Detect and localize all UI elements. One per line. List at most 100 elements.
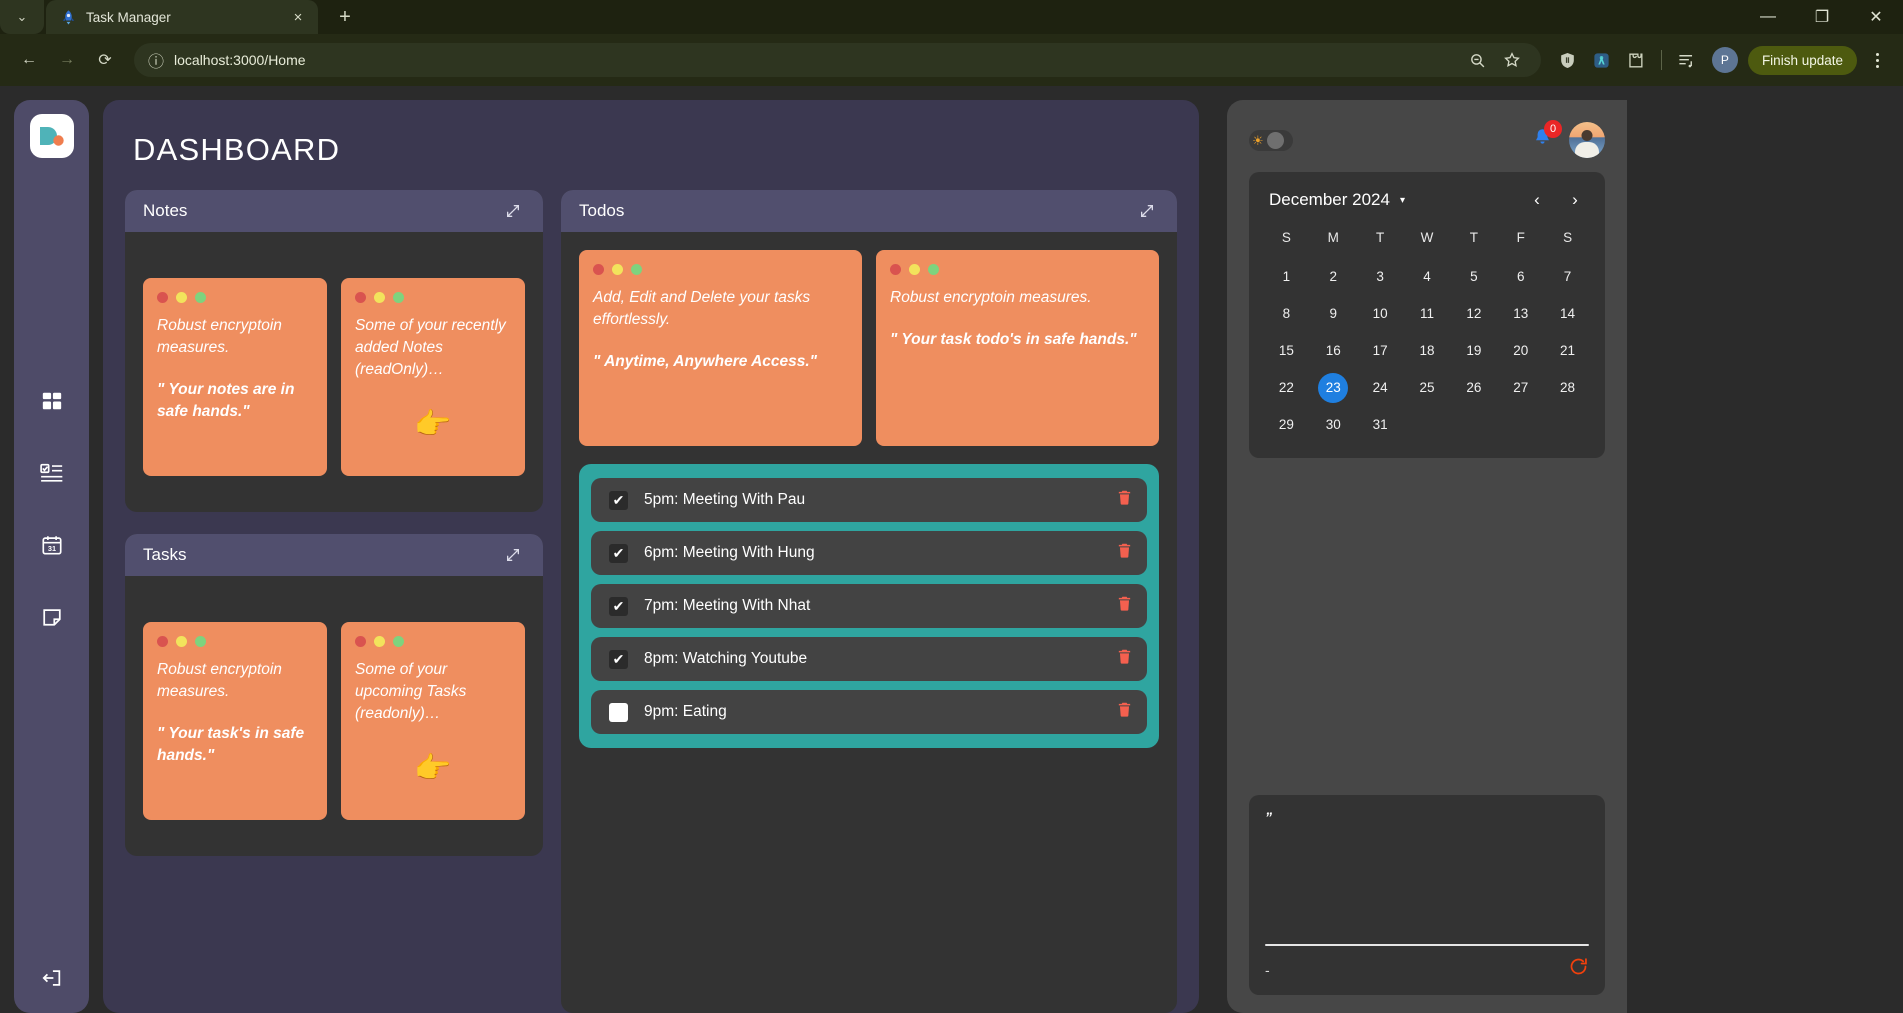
calendar-day[interactable]: 5: [1450, 262, 1497, 292]
notifications-button[interactable]: 0: [1532, 119, 1562, 154]
calendar-day[interactable]: 27: [1497, 373, 1544, 403]
todo-checkbox[interactable]: ✔: [609, 543, 628, 563]
puzzle-icon[interactable]: [1621, 45, 1651, 75]
todo-checkbox[interactable]: ✔: [609, 649, 628, 669]
calendar-day[interactable]: 3: [1357, 262, 1404, 292]
calendar-day-selected[interactable]: 23: [1310, 373, 1357, 403]
calendar-day[interactable]: 12: [1450, 299, 1497, 329]
theme-toggle[interactable]: ☀: [1249, 129, 1293, 151]
todo-checkbox[interactable]: ✔: [609, 490, 628, 510]
calendar-day[interactable]: 8: [1263, 299, 1310, 329]
finish-update-button[interactable]: Finish update: [1747, 45, 1857, 75]
sidebar-item-calendar[interactable]: 31: [35, 528, 69, 562]
expand-diagonal-icon[interactable]: [501, 543, 525, 567]
calendar-day[interactable]: 15: [1263, 336, 1310, 366]
maximize-icon[interactable]: ❐: [1795, 0, 1849, 34]
calendar-day[interactable]: 10: [1357, 299, 1404, 329]
calendar-dow: M: [1327, 230, 1339, 245]
reload-icon[interactable]: ⟳: [88, 43, 122, 77]
reading-list-icon[interactable]: [1672, 45, 1702, 75]
trash-icon[interactable]: [1116, 648, 1133, 670]
site-info-icon[interactable]: ⓘ: [148, 48, 164, 72]
todo-card-text: Add, Edit and Delete your tasks effortle…: [593, 289, 811, 328]
kebab-menu-icon[interactable]: [1863, 44, 1891, 76]
user-avatar[interactable]: [1569, 122, 1605, 158]
todo-row[interactable]: ✔ 7pm: Meeting With Nhat: [591, 584, 1147, 628]
forward-icon[interactable]: →: [50, 43, 84, 77]
calendar-day[interactable]: 21: [1544, 336, 1591, 366]
todo-row[interactable]: ✔ 5pm: Meeting With Pau: [591, 478, 1147, 522]
todo-label: 9pm: Eating: [644, 703, 727, 720]
window-close-icon[interactable]: ✕: [1849, 0, 1903, 34]
calendar-day[interactable]: 28: [1544, 373, 1591, 403]
todo-row[interactable]: ✔ 6pm: Meeting With Hung: [591, 531, 1147, 575]
window-dots: [593, 264, 848, 275]
todo-checkbox[interactable]: ✔: [609, 596, 628, 616]
task-card[interactable]: Some of your upcoming Tasks (readonly)… …: [341, 622, 525, 820]
todo-card[interactable]: Add, Edit and Delete your tasks effortle…: [579, 250, 862, 446]
note-composer[interactable]: ” -: [1249, 795, 1605, 995]
new-tab-button[interactable]: +: [330, 2, 360, 32]
trash-icon[interactable]: [1116, 542, 1133, 564]
calendar-day[interactable]: 26: [1450, 373, 1497, 403]
todo-row[interactable]: 9pm: Eating: [591, 690, 1147, 734]
calendar-day[interactable]: 16: [1310, 336, 1357, 366]
calendar-day[interactable]: 4: [1404, 262, 1451, 292]
calendar-day[interactable]: 14: [1544, 299, 1591, 329]
logout-icon[interactable]: [35, 961, 69, 995]
chevron-down-icon[interactable]: ▾: [1400, 195, 1405, 206]
sidebar-item-notes[interactable]: [35, 600, 69, 634]
calendar-day[interactable]: 24: [1357, 373, 1404, 403]
composer-textarea[interactable]: [1265, 825, 1589, 944]
window-controls: — ❐ ✕: [1741, 0, 1903, 34]
address-bar[interactable]: ⓘ localhost:3000/Home: [134, 43, 1541, 77]
app-logo[interactable]: [29, 114, 74, 158]
calendar-day[interactable]: 17: [1357, 336, 1404, 366]
back-icon[interactable]: ←: [12, 43, 46, 77]
close-icon[interactable]: ×: [288, 7, 308, 27]
composer-quote-mark: ”: [1265, 809, 1272, 825]
window-dots: [890, 264, 1145, 275]
browser-tab[interactable]: Task Manager ×: [46, 0, 318, 34]
todo-card[interactable]: Robust encryptoin measures. " Your task …: [876, 250, 1159, 446]
calendar-next-icon[interactable]: ›: [1565, 190, 1585, 210]
svg-text:31: 31: [47, 544, 55, 553]
calendar-day[interactable]: 13: [1497, 299, 1544, 329]
calendar-day[interactable]: 29: [1263, 410, 1310, 440]
todo-row[interactable]: ✔ 8pm: Watching Youtube: [591, 637, 1147, 681]
trash-icon[interactable]: [1116, 489, 1133, 511]
minimize-icon[interactable]: —: [1741, 0, 1795, 34]
calendar-day[interactable]: 30: [1310, 410, 1357, 440]
calendar-day[interactable]: 19: [1450, 336, 1497, 366]
calendar-day[interactable]: 31: [1357, 410, 1404, 440]
calendar-day[interactable]: 1: [1263, 262, 1310, 292]
calendar-day[interactable]: 7: [1544, 262, 1591, 292]
calendar-day[interactable]: 11: [1404, 299, 1451, 329]
calendar-day[interactable]: 9: [1310, 299, 1357, 329]
note-card[interactable]: Robust encryptoin measures. " Your notes…: [143, 278, 327, 476]
shield-icon[interactable]: [1553, 45, 1583, 75]
calendar-day[interactable]: 6: [1497, 262, 1544, 292]
calendar-prev-icon[interactable]: ‹: [1527, 190, 1547, 210]
search-minus-icon[interactable]: [1463, 45, 1493, 75]
expand-diagonal-icon[interactable]: [1135, 199, 1159, 223]
calendar-day[interactable]: 25: [1404, 373, 1451, 403]
task-card[interactable]: Robust encryptoin measures. " Your task'…: [143, 622, 327, 820]
expand-diagonal-icon[interactable]: [501, 199, 525, 223]
calendar-day[interactable]: 2: [1310, 262, 1357, 292]
calendar-day[interactable]: 20: [1497, 336, 1544, 366]
trash-icon[interactable]: [1116, 701, 1133, 723]
sidebar-item-dashboard[interactable]: [35, 384, 69, 418]
calendar-day[interactable]: 18: [1404, 336, 1451, 366]
tab-list-button[interactable]: ⌄: [0, 0, 44, 34]
notes-panel-header: Notes: [125, 190, 543, 232]
sidebar-item-todos[interactable]: [35, 456, 69, 490]
refresh-icon[interactable]: [1568, 956, 1589, 983]
browser-profile-avatar[interactable]: P: [1711, 47, 1738, 73]
trash-icon[interactable]: [1116, 595, 1133, 617]
todo-checkbox[interactable]: [609, 702, 628, 722]
compass-icon[interactable]: [1587, 45, 1617, 75]
note-card[interactable]: Some of your recently added Notes (readO…: [341, 278, 525, 476]
calendar-day[interactable]: 22: [1263, 373, 1310, 403]
star-icon[interactable]: [1497, 45, 1527, 75]
